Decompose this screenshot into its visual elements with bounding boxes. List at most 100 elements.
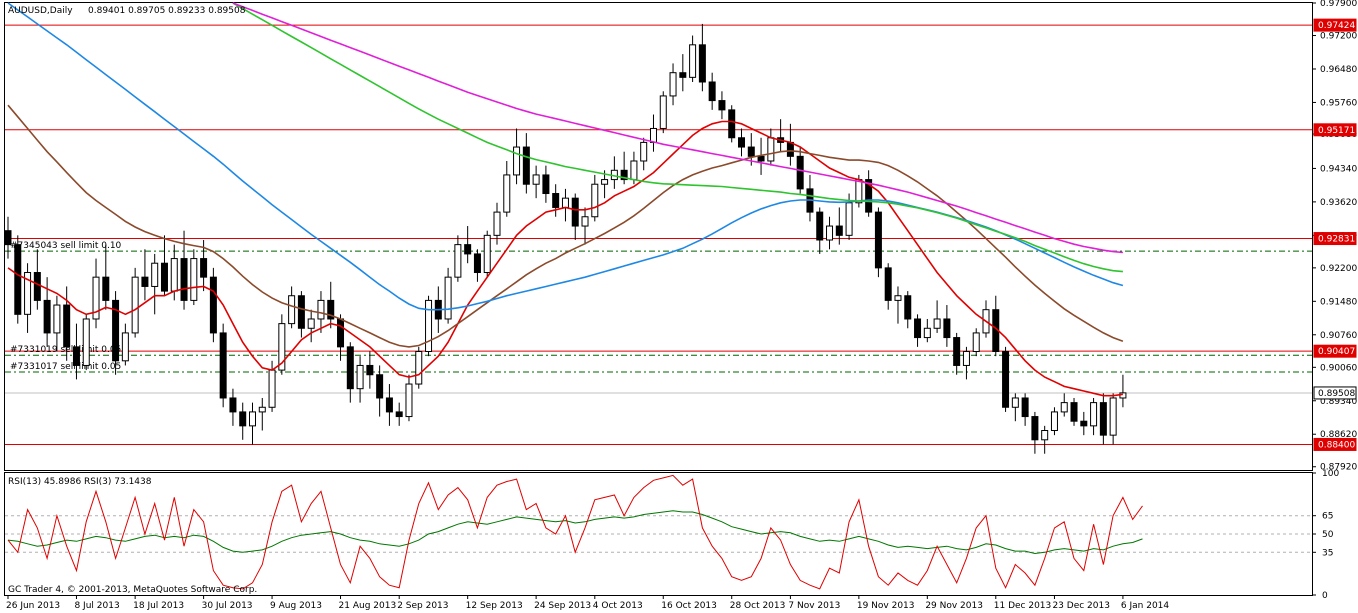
candle-13	[131, 267, 139, 338]
candle-body-up	[826, 225, 834, 241]
candle-body-down	[209, 276, 217, 334]
candle-body-up	[170, 258, 178, 292]
time-tick-label-7: 12 Sep 2013	[466, 601, 523, 611]
candle-body-down	[102, 276, 110, 301]
candle-body-down	[728, 109, 736, 139]
rsi-label: RSI(13) 45.8986 RSI(3) 73.1438	[8, 477, 152, 487]
candle-22	[219, 323, 227, 408]
candle-body-up	[923, 327, 931, 339]
candle-body-down	[141, 276, 149, 287]
price-tick-label-1: 0.97200	[1320, 32, 1357, 42]
candle-body-up	[268, 369, 276, 408]
rsi-tick-label-4: 0	[1322, 591, 1328, 601]
candle-body-up	[190, 258, 198, 301]
time-tick-label-4: 9 Aug 2013	[270, 601, 322, 611]
current-price-tag-text: 0.89508	[1318, 389, 1355, 399]
chart-background	[0, 0, 1358, 613]
candle-body-down	[718, 100, 726, 111]
current-price-tag: 0.89508	[1313, 386, 1357, 400]
candle-body-down	[884, 267, 892, 301]
rsi-tick-label-3: 35	[1322, 548, 1333, 558]
candle-body-up	[630, 160, 638, 181]
candle-102	[1002, 346, 1010, 412]
level-tag-2-text: 0.92831	[1318, 235, 1355, 245]
candle-1	[14, 235, 22, 324]
time-tick-label-12: 7 Nov 2013	[788, 601, 840, 611]
candle-body-down	[297, 295, 305, 329]
level-tag-4-text: 0.88400	[1318, 440, 1355, 450]
candle-body-down	[698, 44, 706, 83]
candle-body-up	[1011, 397, 1019, 408]
candle-body-down	[219, 332, 227, 399]
candle-body-down	[395, 411, 403, 418]
candle-body-down	[835, 225, 843, 236]
rsi-tick-label-0: 100	[1322, 469, 1339, 479]
candle-107	[1050, 407, 1058, 436]
time-tick-label-6: 2 Sep 2013	[397, 601, 448, 611]
candle-body-up	[601, 179, 609, 185]
candle-body-down	[337, 318, 345, 348]
rsi-tick-label-1: 65	[1322, 512, 1333, 522]
order-label-2: #7331017 sell limit 0.05	[10, 362, 121, 372]
candle-body-down	[757, 155, 765, 162]
time-tick-label-8: 24 Sep 2013	[534, 601, 591, 611]
candle-body-down	[346, 346, 354, 390]
symbol-label: AUDUSD,Daily	[8, 6, 73, 16]
candle-body-down	[943, 318, 951, 339]
candle-body-down	[1031, 416, 1039, 441]
candle-body-down	[816, 211, 824, 241]
candle-body-up	[669, 72, 677, 97]
candle-body-down	[1002, 351, 1010, 408]
candle-body-up	[1060, 402, 1068, 413]
candle-body-down	[786, 141, 794, 157]
candle-body-up	[972, 332, 980, 353]
candle-43	[425, 295, 433, 357]
ohlc-values: 0.89401 0.89705 0.89233 0.89508	[88, 6, 246, 16]
candle-21	[209, 267, 217, 343]
price-tick-label-6: 0.93620	[1320, 198, 1357, 208]
candle-74	[728, 105, 736, 143]
forex-chart[interactable]: #7345043 sell limit 0.10#7331019 sell li…	[0, 0, 1358, 613]
candle-body-down	[385, 397, 393, 413]
time-tick-label-5: 21 Aug 2013	[339, 601, 397, 611]
candle-body-up	[513, 146, 521, 176]
candle-body-down	[738, 137, 745, 148]
price-tick-label-5: 0.94340	[1320, 164, 1357, 174]
candle-body-down	[552, 193, 560, 208]
candle-body-up	[249, 411, 256, 427]
candle-body-down	[796, 155, 804, 190]
candle-body-down	[376, 374, 384, 399]
candle-body-down	[874, 211, 882, 269]
candle-body-down	[160, 262, 168, 292]
candle-body-down	[200, 258, 208, 278]
time-tick-label-14: 29 Nov 2013	[925, 601, 983, 611]
time-tick-label-13: 19 Nov 2013	[857, 601, 915, 611]
candle-49	[483, 230, 491, 278]
candle-body-up	[258, 406, 266, 413]
candle-body-up	[405, 383, 413, 418]
price-tick-label-10: 0.90760	[1320, 331, 1357, 341]
level-tag-2: 0.92831	[1313, 232, 1357, 246]
candle-body-down	[1021, 397, 1029, 418]
candle-body-down	[473, 253, 481, 274]
candle-body-up	[933, 318, 941, 329]
candle-89	[874, 207, 882, 278]
candle-body-up	[483, 234, 491, 274]
time-tick-label-10: 16 Oct 2013	[661, 601, 717, 611]
time-tick-label-2: 18 Jul 2013	[133, 601, 184, 611]
candle-body-down	[72, 346, 80, 366]
candle-body-up	[640, 141, 648, 162]
candle-body-up	[1041, 430, 1049, 441]
candle-body-up	[493, 211, 501, 236]
time-tick-label-17: 6 Jan 2014	[1121, 601, 1169, 611]
level-tag-0: 0.97424	[1313, 18, 1357, 32]
candle-body-up	[454, 244, 462, 278]
candle-body-down	[953, 337, 961, 366]
candle-body-up	[121, 332, 129, 362]
candle-body-up	[532, 174, 540, 185]
candle-body-up	[767, 137, 775, 162]
candle-body-down	[542, 174, 550, 195]
candle-body-up	[855, 179, 863, 204]
candle-body-up	[131, 276, 139, 334]
candle-body-up	[1090, 402, 1098, 427]
